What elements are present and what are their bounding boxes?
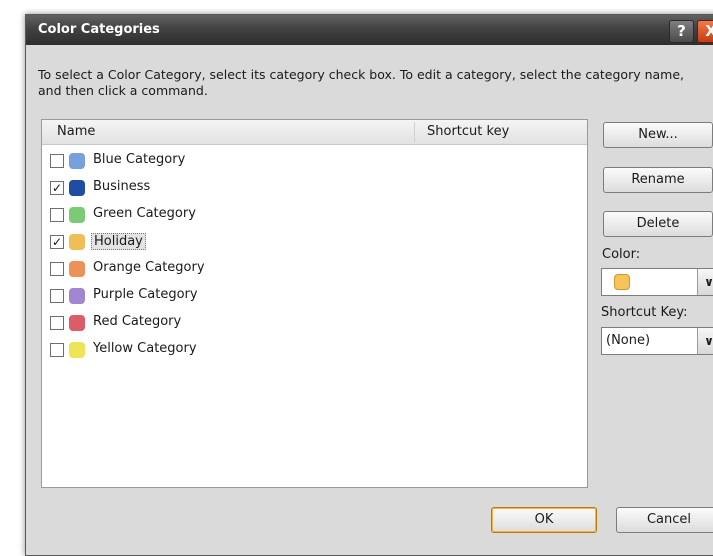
category-name[interactable]: Red Category — [91, 314, 183, 329]
color-categories-dialog: Color Categories ? X To select a Color C… — [25, 14, 713, 556]
column-header-name[interactable]: Name — [57, 124, 95, 139]
category-list[interactable]: Name Shortcut key Blue Category ✓ Busine… — [41, 119, 588, 488]
category-name[interactable]: Orange Category — [91, 260, 207, 275]
close-icon: X — [705, 22, 713, 40]
list-item[interactable]: Orange Category — [48, 258, 448, 280]
category-checkbox[interactable] — [50, 262, 64, 276]
list-item[interactable]: Yellow Category — [48, 339, 448, 361]
instructions-text: To select a Color Category, select its c… — [38, 67, 685, 98]
category-color-swatch — [69, 180, 85, 196]
category-checkbox[interactable]: ✓ — [50, 235, 64, 249]
category-name[interactable]: Yellow Category — [91, 341, 199, 356]
window-title: Color Categories — [38, 22, 160, 37]
category-color-swatch — [69, 315, 85, 331]
chevron-down-icon[interactable]: ∨ — [697, 269, 713, 295]
category-name[interactable]: Purple Category — [91, 287, 200, 302]
category-checkbox[interactable] — [50, 316, 64, 330]
category-name[interactable]: Blue Category — [91, 152, 187, 167]
rename-button[interactable]: Rename — [603, 167, 713, 193]
shortcut-key-label: Shortcut Key: — [601, 305, 688, 320]
shortcut-key-value: (None) — [606, 333, 651, 348]
category-checkbox[interactable] — [50, 208, 64, 222]
help-button[interactable]: ? — [669, 20, 694, 43]
title-bar[interactable]: Color Categories ? X — [26, 15, 713, 45]
category-name[interactable]: Green Category — [91, 206, 198, 221]
list-item[interactable]: Purple Category — [48, 285, 448, 307]
color-dropdown[interactable]: ∨ — [601, 268, 713, 296]
list-item[interactable]: ✓ Holiday — [48, 231, 448, 253]
category-color-swatch — [69, 234, 85, 250]
delete-button[interactable]: Delete — [603, 211, 713, 237]
list-item[interactable]: ✓ Business — [48, 177, 448, 199]
category-checkbox[interactable] — [50, 343, 64, 357]
column-header-shortcut[interactable]: Shortcut key — [427, 124, 509, 139]
category-checkbox[interactable] — [50, 289, 64, 303]
list-item[interactable]: Green Category — [48, 204, 448, 226]
ok-button[interactable]: OK — [491, 507, 597, 533]
list-header: Name Shortcut key — [42, 120, 587, 145]
category-name[interactable]: Business — [91, 179, 152, 194]
category-color-swatch — [69, 342, 85, 358]
category-checkbox[interactable]: ✓ — [50, 181, 64, 195]
column-divider[interactable] — [414, 122, 415, 142]
category-name[interactable]: Holiday — [91, 233, 146, 250]
selected-color-swatch — [614, 274, 630, 290]
new-button[interactable]: New... — [603, 122, 713, 148]
category-color-swatch — [69, 261, 85, 277]
cancel-button[interactable]: Cancel — [616, 507, 713, 533]
category-checkbox[interactable] — [50, 154, 64, 168]
color-label: Color: — [602, 247, 641, 262]
close-button[interactable]: X — [697, 20, 713, 43]
list-item[interactable]: Red Category — [48, 312, 448, 334]
help-icon: ? — [677, 22, 686, 40]
chevron-down-icon[interactable]: ∨ — [697, 328, 713, 354]
shortcut-key-dropdown[interactable]: (None) ∨ — [601, 327, 713, 355]
category-color-swatch — [69, 207, 85, 223]
category-color-swatch — [69, 153, 85, 169]
list-item[interactable]: Blue Category — [48, 150, 448, 172]
category-color-swatch — [69, 288, 85, 304]
